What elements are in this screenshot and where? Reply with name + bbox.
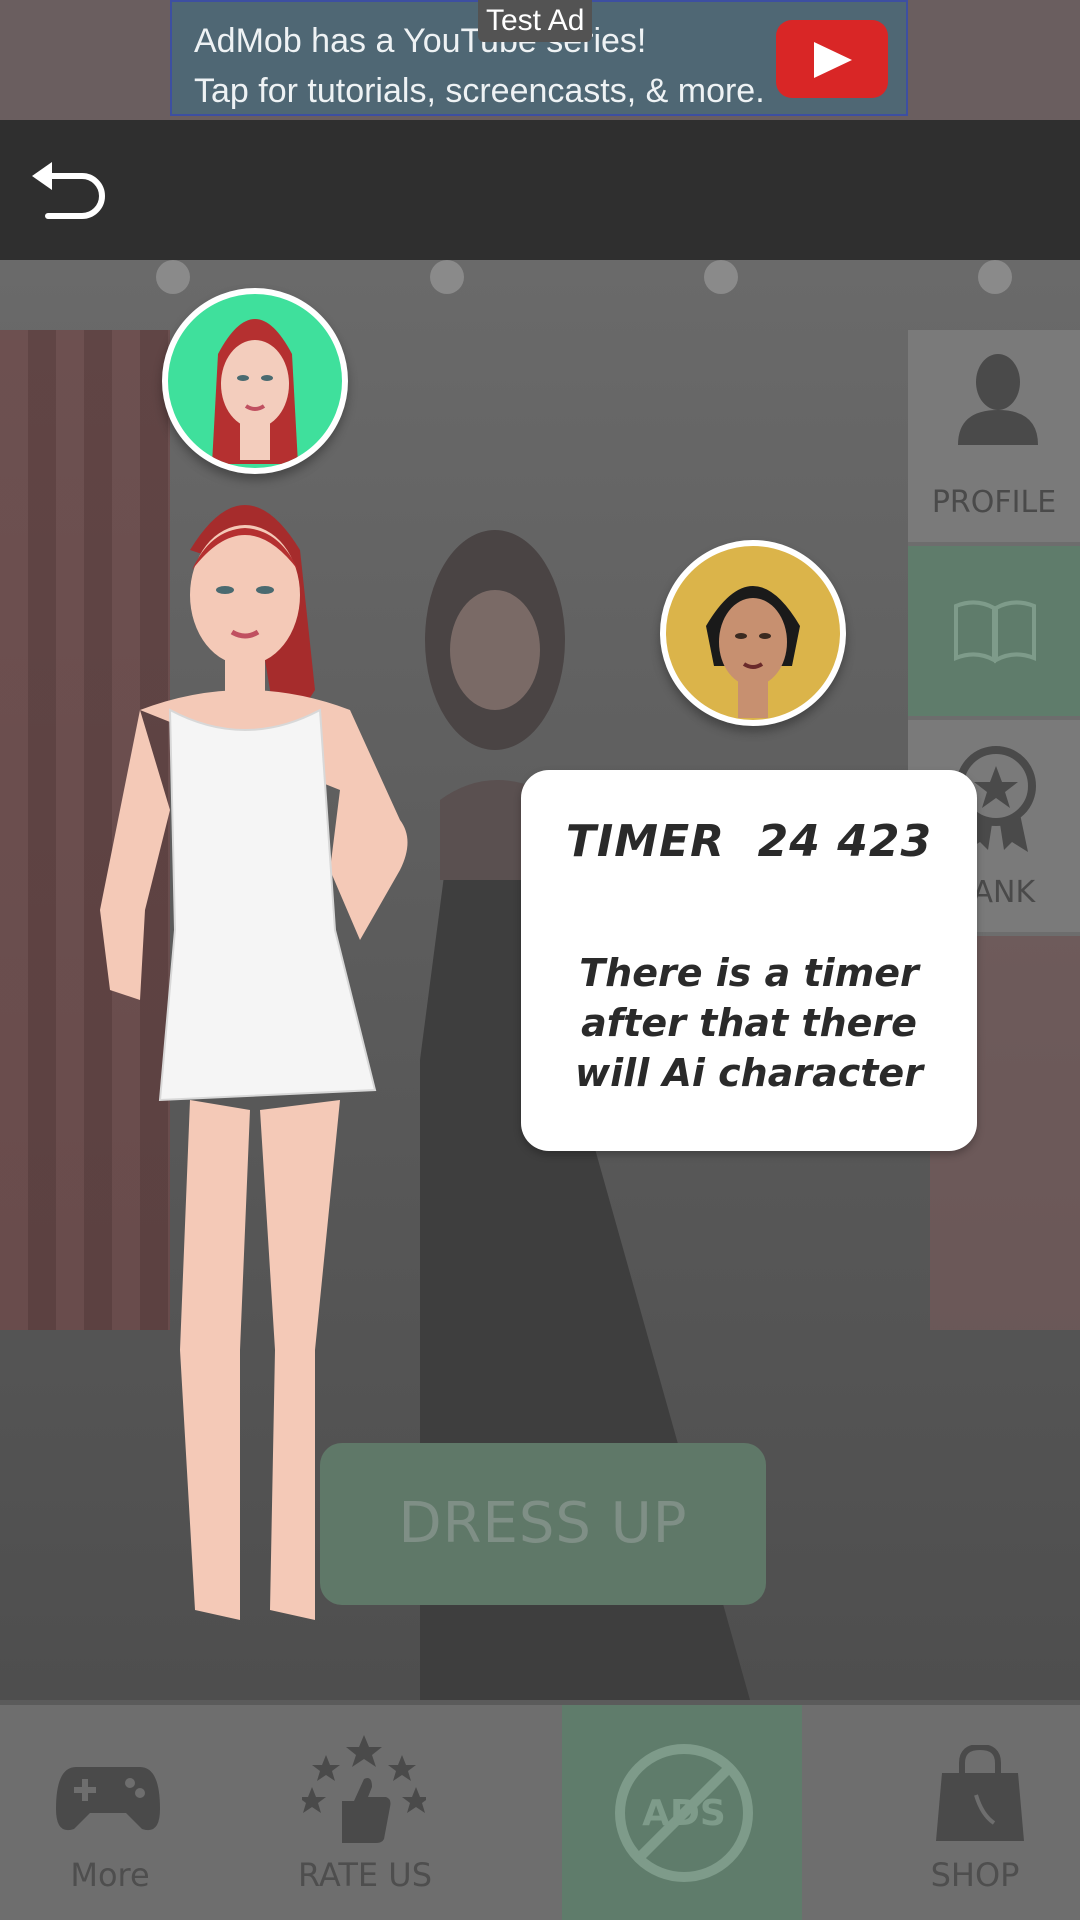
dress-up-button[interactable]: DRESS UP [320,1443,766,1605]
opponent-avatar[interactable] [660,540,846,726]
youtube-play-icon[interactable] [776,20,888,98]
ad-line-2: Tap for tutorials, screencasts, & more. [194,72,765,110]
book-icon [954,600,1036,664]
light-bulb [430,260,464,294]
rate-us-label: RATE US [297,1856,432,1894]
light-bulb [704,260,738,294]
svg-text:ADS: ADS [642,1793,726,1834]
more-games-button[interactable]: More [30,1705,190,1920]
light-bulb [156,260,190,294]
timer-description: There is a timer after that there will A… [575,951,923,1095]
rate-stars-thumb-icon [302,1735,426,1843]
remove-ads-button[interactable]: ADS [562,1705,802,1920]
player-avatar[interactable] [162,288,348,474]
book-button[interactable] [908,546,1080,720]
more-label: More [70,1856,150,1894]
profile-label: PROFILE [931,485,1057,520]
shop-label: SHOP [930,1856,1020,1894]
no-ads-icon: ADS [615,1744,753,1882]
gamepad-icon [56,1767,160,1831]
shopping-bag-icon [936,1745,1024,1841]
timer-title: TIMER 24 423 [565,816,933,867]
rate-us-button[interactable]: RATE US [270,1705,460,1920]
back-arrow-icon[interactable] [30,160,110,220]
profile-button[interactable]: PROFILE [908,330,1080,546]
shop-button[interactable]: SHOP [900,1705,1050,1920]
bottom-nav: More RATE US ADS SHOP [0,1705,1080,1920]
top-bar [0,120,1080,260]
timer-tooltip: TIMER 24 423 There is a timer after that… [521,770,977,1151]
profile-icon [958,354,1038,445]
light-bulb [978,260,1012,294]
test-ad-badge: Test Ad [478,0,593,42]
